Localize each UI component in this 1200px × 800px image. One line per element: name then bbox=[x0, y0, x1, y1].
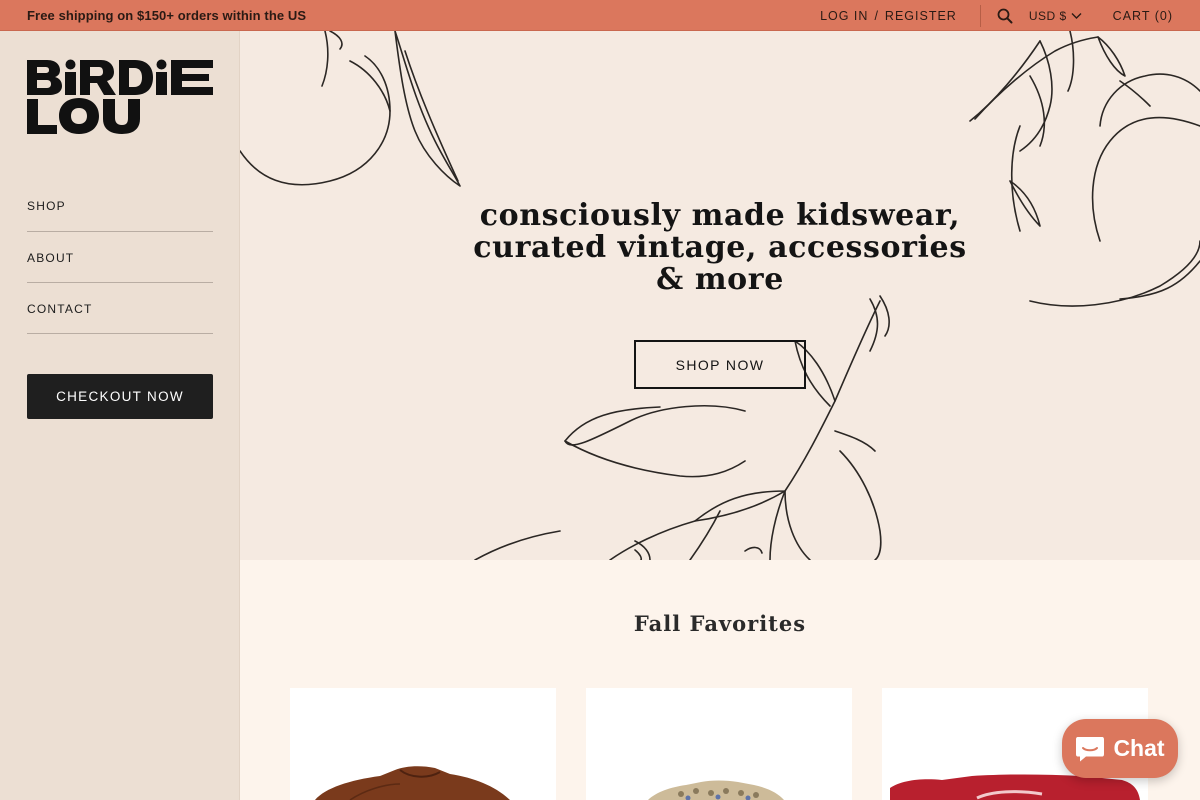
product-card-2[interactable] bbox=[586, 688, 852, 800]
login-register-separator: / bbox=[874, 8, 879, 23]
knit-cardigan-image bbox=[648, 780, 784, 800]
sidebar-item-shop[interactable]: SHOP bbox=[27, 181, 213, 232]
hero-banner: consciously made kidswear, curated vinta… bbox=[240, 31, 1200, 560]
cart-link[interactable]: CART (0) bbox=[1113, 9, 1173, 23]
hero-headline-line-1: consciously made kidswear, bbox=[479, 198, 961, 233]
header-utility-links: LOG IN / REGISTER USD $ CART (0) bbox=[820, 0, 1173, 31]
currency-selector[interactable]: USD $ bbox=[1029, 9, 1082, 23]
sidebar-nav: SHOP ABOUT CONTACT bbox=[27, 181, 213, 334]
brown-jacket-image bbox=[315, 766, 510, 800]
header-divider bbox=[979, 4, 981, 27]
login-link[interactable]: LOG IN bbox=[820, 9, 868, 23]
chat-launcher-button[interactable]: Chat bbox=[1062, 719, 1178, 778]
register-link[interactable]: REGISTER bbox=[885, 9, 957, 23]
product-card-1[interactable] bbox=[290, 688, 556, 800]
shop-now-button[interactable]: SHOP NOW bbox=[634, 340, 806, 389]
hero-headline-line-2: curated vintage, accessories bbox=[473, 230, 967, 265]
chat-label: Chat bbox=[1113, 735, 1165, 761]
chevron-down-icon bbox=[1071, 12, 1082, 20]
currency-value: USD $ bbox=[1028, 8, 1067, 23]
logo-wordmark bbox=[27, 59, 213, 134]
announcement-bar: Free shipping on $150+ orders within the… bbox=[0, 0, 1200, 31]
sidebar: SHOP ABOUT CONTACT CHECKOUT NOW bbox=[0, 31, 240, 800]
checkout-now-button[interactable]: CHECKOUT NOW bbox=[27, 374, 213, 419]
chat-bubble-icon bbox=[1075, 735, 1105, 763]
search-icon[interactable] bbox=[995, 6, 1015, 26]
sidebar-item-about[interactable]: ABOUT bbox=[27, 232, 213, 283]
free-shipping-text: Free shipping on $150+ orders within the… bbox=[27, 8, 307, 23]
brand-logo[interactable] bbox=[27, 58, 213, 134]
sidebar-item-contact[interactable]: CONTACT bbox=[27, 283, 213, 334]
hero-headline-line-3: & more bbox=[656, 262, 784, 297]
hero-headline: consciously made kidswear, curated vinta… bbox=[240, 200, 1200, 296]
collection-title: Fall Favorites bbox=[633, 611, 807, 636]
